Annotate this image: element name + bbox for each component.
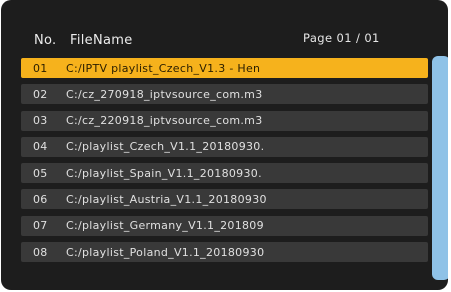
file-row-number: 06 [33,192,48,206]
file-row-name: C:/playlist_Poland_V1.1_20180930 [66,245,265,259]
file-row-03[interactable]: 03 C:/cz_220918_iptvsource_com.m3 [21,110,428,131]
column-header-number: No. [34,33,57,48]
file-row-number: 08 [33,245,48,259]
file-row-08[interactable]: 08 C:/playlist_Poland_V1.1_20180930 [21,242,428,263]
file-row-name: C:/playlist_Austria_V1.1_20180930 [66,192,267,206]
file-row-name: C:/playlist_Germany_V1.1_201809 [66,219,264,233]
column-header-filename: FileName [70,33,133,48]
file-row-number: 05 [33,166,48,180]
file-row-05[interactable]: 05 C:/playlist_Spain_V1.1_20180930. [21,163,428,184]
file-row-number: 07 [33,219,48,233]
file-row-07[interactable]: 07 C:/playlist_Germany_V1.1_201809 [21,215,428,236]
file-row-name: C:/cz_270918_iptvsource_com.m3 [66,87,263,101]
file-row-04[interactable]: 04 C:/playlist_Czech_V1.1_20180930. [21,136,428,157]
page-indicator: Page 01 / 01 [303,31,380,45]
list-header: No. FileName Page 01 / 01 [1,0,448,56]
file-row-name: C:/cz_220918_iptvsource_com.m3 [66,114,263,128]
file-row-01[interactable]: 01 C:/IPTV playlist_Czech_V1.3 - Hen [21,58,428,78]
list-scrollbar[interactable] [432,56,448,280]
file-row-number: 02 [33,87,48,101]
file-row-name: C:/IPTV playlist_Czech_V1.3 - Hen [66,61,261,75]
file-row-name: C:/playlist_Czech_V1.1_20180930. [66,140,265,154]
file-row-number: 03 [33,114,48,128]
file-row-06[interactable]: 06 C:/playlist_Austria_V1.1_20180930 [21,189,428,210]
file-row-02[interactable]: 02 C:/cz_270918_iptvsource_com.m3 [21,84,428,105]
file-row-number: 01 [33,61,48,75]
file-row-name: C:/playlist_Spain_V1.1_20180930. [66,166,262,180]
file-row-number: 04 [33,140,48,154]
file-browser-screen: No. FileName Page 01 / 01 01 C:/IPTV pla… [1,0,448,290]
file-list: 01 C:/IPTV playlist_Czech_V1.3 - Hen 02 … [21,58,428,268]
